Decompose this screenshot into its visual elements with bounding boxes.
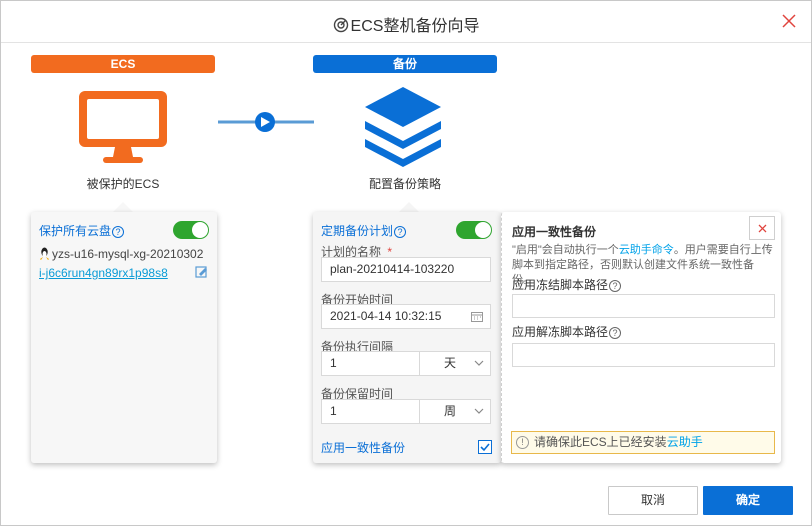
cloud-assistant-command-link[interactable]: 云助手命令 [619,244,674,256]
help-icon[interactable]: ? [609,280,622,292]
plan-name-input[interactable]: plan-20210414-103220 [321,257,491,282]
confirm-button[interactable]: 确定 [703,486,793,515]
interval-unit-select[interactable]: 天 [420,351,491,376]
cancel-button[interactable]: 取消 [608,486,698,515]
edit-icon[interactable] [195,265,208,278]
check-icon [480,443,490,452]
dialog-header: ECS整机备份向导 [1,1,811,43]
protect-all-disks-toggle[interactable] [173,221,209,239]
retention-unit-value: 周 [444,404,457,418]
freeze-script-input[interactable] [512,294,775,318]
calendar-icon[interactable] [471,311,483,322]
schedule-toggle[interactable] [456,221,492,239]
toggle-knob [475,222,491,238]
start-time-input[interactable]: 2021-04-14 10:32:15 [321,304,491,329]
help-icon[interactable]: ? [394,226,407,238]
cloud-assistant-link[interactable]: 云助手 [667,435,703,449]
cloud-assistant-warning: ! 请确保此ECS上已经安装云助手 [511,431,775,454]
toggle-knob [192,222,208,238]
help-icon[interactable]: ? [609,327,622,339]
consistency-backup-checkbox[interactable] [478,440,492,454]
step-connector [218,112,314,132]
ecs-backup-wizard-dialog: ECS整机备份向导 ECS 备份 被保护的ECS 配置备份策略 保护所有云盘? [0,0,812,526]
step-ecs-caption: 被保护的ECS [86,177,160,191]
step-backup-bar: 备份 [313,55,497,73]
backup-target-icon [333,17,348,33]
chevron-down-icon [474,408,484,414]
step-backup-caption: 配置备份策略 [368,177,441,191]
linux-icon [40,247,49,260]
thaw-script-label: 应用解冻脚本路径? [512,323,622,340]
protect-all-disks-label: 保护所有云盘? [39,222,125,239]
chevron-down-icon [474,360,484,366]
retention-unit-select[interactable]: 周 [420,399,491,424]
backup-layers-icon [365,87,441,167]
monitor-icon [79,91,167,163]
instance-name: yzs-u16-mysql-xg-20210302 [52,247,204,261]
panel-notch [113,202,133,212]
backup-plan-panel: 定期备份计划? 计划的名称 * plan-20210414-103220 备份开… [313,212,501,463]
protected-ecs-panel: 保护所有云盘? yzs-u16-mysql-xg-20210302 i-j6c6… [31,212,217,463]
consistency-settings-panel: 应用一致性备份 "启用"会自动执行一个云助手命令。用户需要自行上传脚本到指定路径… [501,212,781,463]
help-icon[interactable]: ? [112,226,125,238]
dialog-title: ECS整机备份向导 [1,12,811,36]
thaw-script-input[interactable] [512,343,775,367]
interval-unit-value: 天 [444,356,457,370]
panel-notch [399,202,419,212]
close-icon [758,224,767,233]
freeze-script-label: 应用冻结脚本路径? [512,276,622,293]
dialog-title-text: ECS整机备份向导 [350,18,480,35]
warning-icon: ! [516,436,529,449]
instance-id-link[interactable]: i-j6c6run4gn89rx1p98s8 [39,266,168,280]
consistency-backup-label: 应用一致性备份 [321,441,406,455]
retention-input[interactable]: 1 [321,399,420,424]
interval-input[interactable]: 1 [321,351,420,376]
schedule-label: 定期备份计划? [321,222,407,239]
close-icon[interactable] [781,13,797,29]
start-time-value: 2021-04-14 10:32:15 [330,309,442,323]
step-ecs-bar: ECS [31,55,215,73]
consistency-panel-title: 应用一致性备份 [512,225,597,239]
consistency-close-button[interactable] [749,216,775,240]
